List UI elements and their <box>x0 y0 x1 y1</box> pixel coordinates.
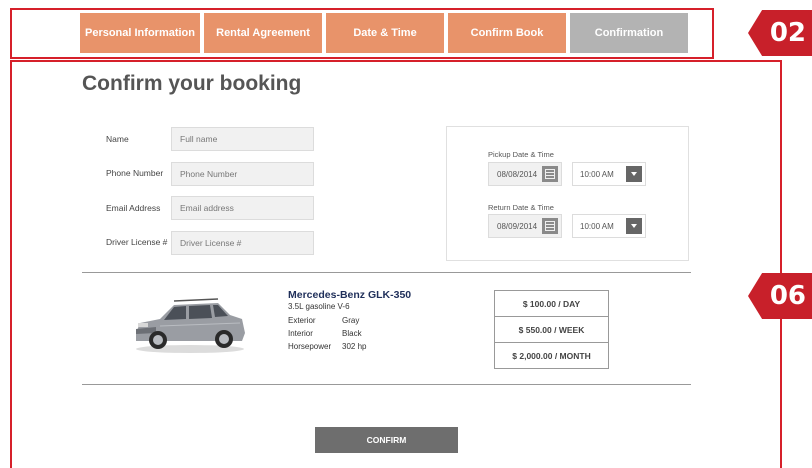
return-label: Return Date & Time <box>488 203 554 212</box>
spec-value: Black <box>342 329 362 338</box>
price-month: $ 2,000.00 / MONTH <box>512 350 591 361</box>
return-date-value: 08/09/2014 <box>497 221 538 231</box>
tab-date-time[interactable]: Date & Time <box>326 13 444 53</box>
divider <box>82 384 691 385</box>
name-field[interactable] <box>171 127 314 151</box>
email-label: Email Address <box>106 203 161 213</box>
pickup-time-select[interactable]: 10:00 AM <box>572 162 646 186</box>
divider <box>82 272 691 273</box>
car-image <box>136 298 245 353</box>
page-title: Confirm your booking <box>82 72 302 95</box>
spec-key: Interior <box>288 329 313 338</box>
tab-personal-information[interactable]: Personal Information <box>80 13 200 53</box>
spec-value: 302 hp <box>342 342 367 351</box>
spec-key: Exterior <box>288 316 316 325</box>
price-week: $ 550.00 / WEEK <box>495 317 608 343</box>
name-label: Name <box>106 134 129 144</box>
booking-steps: Personal Information Rental Agreement Da… <box>80 13 688 53</box>
return-date-field[interactable]: 08/09/2014 <box>488 214 562 238</box>
spec-value: Gray <box>342 316 360 325</box>
annotation-frame-content <box>10 60 782 468</box>
pickup-label: Pickup Date & Time <box>488 150 554 159</box>
price-day: $ 100.00 / DAY <box>495 291 608 317</box>
phone-label: Phone Number <box>106 168 164 178</box>
pickup-date-field[interactable]: 08/08/2014 <box>488 162 562 186</box>
calendar-icon[interactable] <box>542 218 558 234</box>
price-table: $ 100.00 / DAY $ 550.00 / WEEK $ 2,000.0… <box>494 290 609 369</box>
chevron-down-icon[interactable] <box>626 166 642 182</box>
pickup-date-value: 08/08/2014 <box>497 169 538 179</box>
return-time-value: 10:00 AM <box>580 221 614 231</box>
license-label: Driver License # <box>106 237 168 247</box>
chevron-down-icon[interactable] <box>626 218 642 234</box>
confirm-button[interactable]: CONFIRM <box>315 427 458 453</box>
tab-confirm-book[interactable]: Confirm Book <box>448 13 566 53</box>
tab-confirmation[interactable]: Confirmation <box>570 13 688 53</box>
annotation-badge-02: 02 <box>748 10 812 56</box>
phone-field[interactable] <box>171 162 314 186</box>
email-field[interactable] <box>171 196 314 220</box>
pickup-time-value: 10:00 AM <box>580 169 614 179</box>
car-name: Mercedes-Benz GLK-350 <box>288 289 412 301</box>
calendar-icon[interactable] <box>542 166 558 182</box>
return-time-select[interactable]: 10:00 AM <box>572 214 646 238</box>
tab-rental-agreement[interactable]: Rental Agreement <box>204 13 322 53</box>
car-engine: 3.5L gasoline V-6 <box>288 302 350 311</box>
license-field[interactable] <box>171 231 314 255</box>
spec-key: Horsepower <box>288 342 332 351</box>
date-time-panel <box>446 126 689 261</box>
